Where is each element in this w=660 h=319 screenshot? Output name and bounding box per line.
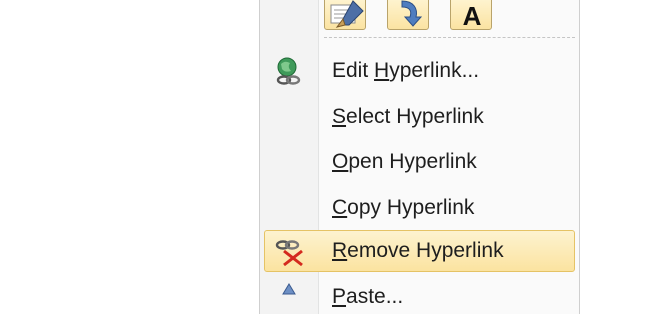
change-style-button[interactable] [387, 0, 429, 30]
edit-hyperlink-icon [272, 54, 306, 88]
format-painter-button[interactable] [324, 0, 366, 30]
font-a-icon: A [463, 1, 482, 31]
menu-item-label: Open Hyperlink [332, 150, 477, 173]
menu-item-copy-hyperlink[interactable]: Copy Hyperlink [264, 187, 575, 229]
menu-item-label: Select Hyperlink [332, 105, 484, 128]
format-painter-icon [330, 0, 364, 28]
context-menu: A Edit Hyperlink... Select Hyperlink Ope… [259, 0, 580, 314]
svg-text:A: A [463, 1, 482, 31]
remove-hyperlink-icon [272, 234, 306, 268]
menu-item-label: Paste... [332, 285, 404, 308]
menu-item-remove-hyperlink[interactable]: Remove Hyperlink [264, 230, 575, 272]
paste-icon [272, 280, 306, 314]
font-button[interactable]: A [450, 0, 492, 31]
change-style-icon [401, 0, 423, 27]
menu-item-edit-hyperlink[interactable]: Edit Hyperlink... [264, 50, 575, 92]
menu-item-select-hyperlink[interactable]: Select Hyperlink [264, 96, 575, 138]
menu-item-label: Edit Hyperlink... [332, 59, 480, 82]
toolbar-separator [324, 37, 575, 38]
menu-item-label: Copy Hyperlink [332, 196, 475, 219]
menu-item-open-hyperlink[interactable]: Open Hyperlink [264, 141, 575, 183]
menu-item-paste[interactable]: Paste... [264, 276, 575, 318]
menu-item-label: Remove Hyperlink [332, 239, 504, 262]
